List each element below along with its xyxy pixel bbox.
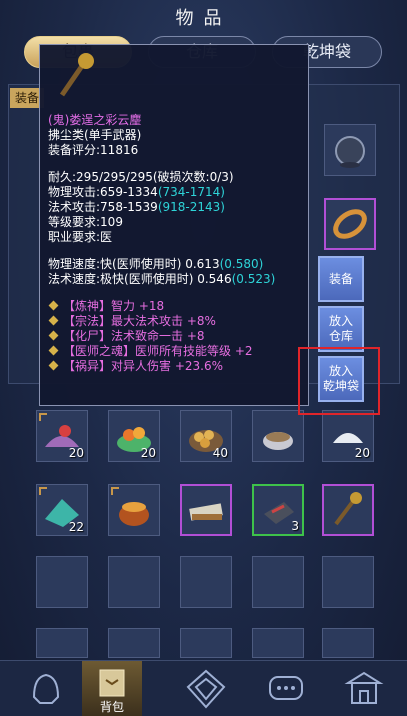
inventory-slot[interactable]: 3 — [252, 484, 304, 536]
inventory-slot[interactable] — [108, 484, 160, 536]
item-magic-attack: 法术攻击:758-1539(918-2143) — [48, 200, 300, 215]
inventory-slot[interactable]: 40 — [180, 410, 232, 462]
inventory-slot[interactable]: 20 — [36, 410, 88, 462]
equip-button[interactable]: 装备 — [318, 256, 364, 302]
inventory-slot[interactable] — [180, 484, 232, 536]
nav-chat[interactable] — [256, 661, 316, 716]
nav-bag[interactable]: 背包 — [82, 661, 142, 716]
inventory-slot-empty[interactable] — [108, 556, 160, 608]
inventory-slot-empty[interactable] — [108, 628, 160, 658]
inventory-slot-empty[interactable] — [252, 628, 304, 658]
inventory-slot[interactable] — [252, 410, 304, 462]
tea-bowl-icon — [263, 432, 293, 450]
item-phys-speed: 物理速度:快(医师使用时) 0.613(0.580) — [48, 257, 300, 272]
page-title: 物品 — [175, 8, 232, 29]
phys-speed-value: 物理速度:快(医师使用时) 0.613 — [48, 257, 220, 271]
chat-bubble-icon — [269, 676, 303, 700]
diamond-bullet-icon — [48, 315, 59, 326]
diamond-bullet-icon — [48, 345, 59, 356]
whisk-weapon-icon — [59, 53, 94, 97]
item-count: 20 — [68, 446, 84, 460]
item-attribute: 【宗法】最大法术攻击 +8% — [48, 314, 300, 329]
nav-shop[interactable] — [334, 661, 394, 716]
bag-icon — [99, 669, 125, 697]
inventory-slot-empty[interactable] — [36, 628, 88, 658]
helmet-icon — [32, 673, 60, 704]
item-count: 3 — [291, 519, 299, 533]
slot-corner — [39, 487, 47, 495]
item-magic-speed: 法术速度:极快(医师使用时) 0.546(0.523) — [48, 272, 300, 287]
highlight-box — [298, 347, 380, 415]
inventory-slot-empty[interactable] — [180, 628, 232, 658]
nav-bag-label: 背包 — [99, 700, 124, 714]
magic-attack-bonus: (918-2143) — [157, 200, 225, 214]
item-name: (鬼)娄逞之彩云麈 — [48, 113, 142, 127]
pavilion-icon — [344, 671, 384, 704]
inventory-slot[interactable]: 22 — [36, 484, 88, 536]
inventory-slot-empty[interactable] — [322, 556, 374, 608]
equip-slot-orb[interactable] — [324, 124, 376, 176]
item-score: 装备评分:11816 — [48, 143, 139, 157]
inventory-slot[interactable]: 20 — [322, 410, 374, 462]
move-to-storage-button[interactable]: 放入 仓库 — [318, 306, 364, 352]
equip-slot-ring[interactable] — [324, 198, 376, 250]
scroll-books-icon — [189, 503, 223, 521]
diamond-bullet-icon — [48, 300, 59, 311]
item-count: 20 — [140, 446, 156, 460]
emblem-icon — [186, 669, 226, 709]
magic-attack-value: 法术攻击:758-1539 — [48, 200, 158, 214]
diamond-bullet-icon — [48, 360, 59, 371]
item-attribute: 【医师之魂】医师所有技能等级 +2 — [48, 344, 300, 359]
item-attribute: 【化尸】法术致命一击 +8 — [48, 329, 300, 344]
magic-speed-value: 法术速度:极快(医师使用时) 0.546 — [48, 272, 232, 286]
item-attribute: 【祸异】对异人伤害 +23.6% — [48, 359, 300, 374]
item-category: 拂尘类(单手武器) — [48, 128, 142, 142]
bracelet-icon — [333, 209, 367, 239]
inventory-slot-empty[interactable] — [252, 556, 304, 608]
slot-corner — [39, 413, 47, 421]
nav-skills[interactable] — [176, 661, 236, 716]
phys-speed-bonus: (0.580) — [219, 257, 264, 271]
diamond-bullet-icon — [48, 330, 59, 341]
inventory-slot-empty[interactable] — [36, 556, 88, 608]
inventory-slot[interactable]: 20 — [108, 410, 160, 462]
phys-attack-bonus: (734-1714) — [157, 185, 225, 199]
inventory-slot[interactable] — [322, 484, 374, 536]
item-durability: 耐久:295/295/295(破损次数:0/3) — [48, 170, 234, 184]
item-tooltip: (鬼)娄逞之彩云麈 拂尘类(单手武器) 装备评分:11816 耐久:295/29… — [39, 44, 309, 406]
slot-corner — [111, 487, 119, 495]
item-count: 20 — [354, 446, 370, 460]
orb-icon — [335, 136, 365, 168]
inventory-slot-empty[interactable] — [180, 556, 232, 608]
inventory-slot-empty[interactable] — [322, 628, 374, 658]
item-count: 40 — [212, 446, 228, 460]
item-level-req: 等级要求:109 — [48, 215, 123, 229]
bottom-nav: 背包 — [0, 660, 407, 716]
phys-attack-value: 物理攻击:659-1334 — [48, 185, 158, 199]
item-phys-attack: 物理攻击:659-1334(734-1714) — [48, 185, 300, 200]
item-attribute: 【炼神】智力 +18 — [48, 299, 300, 314]
item-class-req: 职业要求:医 — [48, 230, 113, 244]
magic-speed-bonus: (0.523) — [231, 272, 276, 286]
whisk-weapon-icon — [334, 492, 362, 526]
item-count: 22 — [68, 520, 84, 534]
nav-character[interactable] — [16, 661, 76, 716]
